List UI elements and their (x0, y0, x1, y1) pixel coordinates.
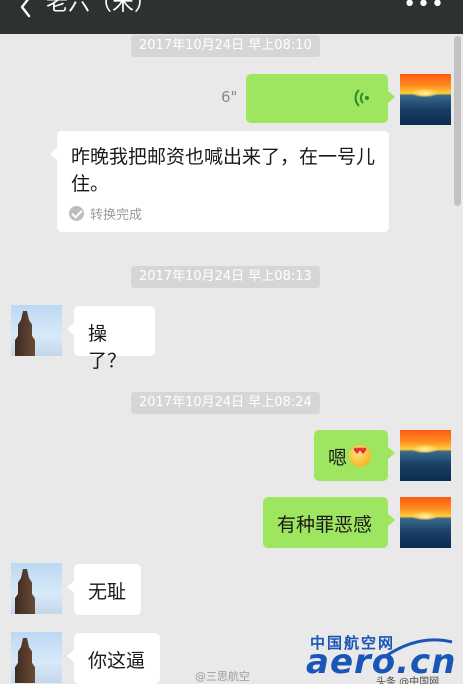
scrollbar[interactable] (454, 36, 461, 206)
my-avatar[interactable] (400, 430, 451, 481)
transcript-status: 转换完成 (69, 204, 142, 223)
my-avatar[interactable] (400, 497, 451, 548)
heart-eyes-emoji-icon (349, 445, 372, 467)
timestamp: 2017年10月24日 早上08:13 (131, 266, 320, 288)
contact-avatar[interactable] (11, 305, 62, 356)
message-bubble[interactable]: 你这逼 (67, 633, 160, 684)
timestamp: 2017年10月24日 早上08:10 (131, 35, 320, 57)
transcript-status-label: 转换完成 (90, 208, 143, 223)
chat-title: 老六（宋） (46, 0, 157, 16)
message-bubble[interactable]: 操了？ (67, 306, 155, 372)
message-bubble[interactable]: 无耻 (67, 564, 141, 615)
timestamp: 2017年10月24日 早上08:24 (131, 392, 320, 414)
voice-message-bubble[interactable] (246, 74, 395, 123)
top-bar: 老六（宋） ••• (0, 0, 463, 34)
toutiao-watermark: 头条 @中国网 (376, 677, 440, 684)
contact-avatar[interactable] (11, 632, 62, 683)
more-options-icon[interactable]: ••• (403, 0, 445, 17)
voice-transcript-bubble: 昨晚我把邮资也喊出来了，在一号儿住。 转换完成 (50, 131, 389, 232)
message-bubble[interactable]: 嗯 (314, 430, 395, 481)
back-chevron-icon[interactable] (16, 0, 38, 22)
my-avatar[interactable] (400, 74, 451, 125)
voice-duration: 6" (221, 88, 238, 106)
contact-avatar[interactable] (11, 563, 62, 614)
transcript-text: 昨晚我把邮资也喊出来了，在一号儿住。 (71, 146, 376, 195)
message-text: 嗯 (328, 447, 348, 469)
message-bubble[interactable]: 有种罪恶感 (263, 497, 395, 548)
voice-wave-icon (351, 88, 371, 113)
check-circle-icon (69, 206, 84, 221)
weibo-watermark: @三思航空 (195, 670, 250, 683)
